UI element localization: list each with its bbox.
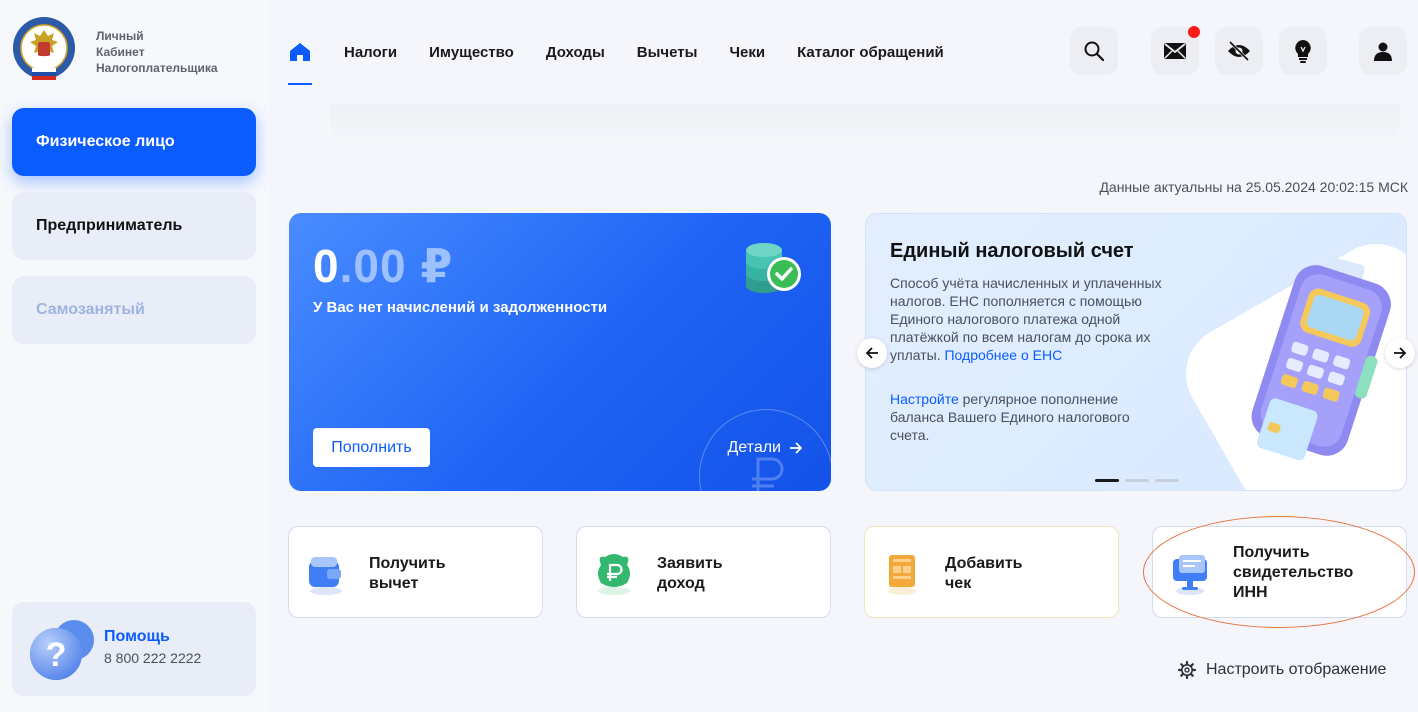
profile-button[interactable] — [1359, 27, 1407, 75]
arrow-right-icon — [1394, 347, 1407, 359]
nav-income[interactable]: Доходы — [546, 44, 605, 61]
carousel-dot-3[interactable] — [1155, 479, 1179, 482]
action-label: Получить свидетельство ИНН — [1233, 543, 1353, 603]
brand-line-3: Налогоплательщика — [96, 61, 218, 75]
action-label-line-2: чек — [945, 575, 972, 592]
action-declare-income[interactable]: Заявить доход — [576, 526, 831, 618]
nav-taxes[interactable]: Налоги — [344, 44, 397, 61]
help-question-icon: ? — [30, 620, 94, 680]
nav-home-tab[interactable] — [288, 0, 312, 104]
search-button[interactable] — [1070, 27, 1118, 75]
action-get-inn-certificate[interactable]: Получить свидетельство ИНН — [1152, 526, 1407, 618]
help-title: Помощь — [104, 628, 170, 645]
nav-property[interactable]: Имущество — [429, 44, 514, 61]
balance-amount-frac: .00 — [339, 240, 407, 292]
top-nav: Налоги Имущество Доходы Вычеты Чеки Ката… — [288, 0, 976, 104]
action-label: Заявить доход — [657, 554, 723, 594]
role-entrepreneur-button[interactable]: Предприниматель — [12, 192, 256, 260]
tips-button[interactable] — [1279, 27, 1327, 75]
ens-title: Единый налоговый счет — [890, 240, 1134, 262]
data-timestamp: Данные актуальны на 25.05.2024 20:02:15 … — [1099, 179, 1408, 195]
ens-setup-link[interactable]: Настройте — [890, 391, 959, 407]
action-label-line-2: свидетельство — [1233, 564, 1354, 581]
header-shadow — [330, 104, 1400, 144]
role-selfemployed-button[interactable]: Самозанятый — [12, 276, 256, 344]
ens-description: Способ учёта начисленных и уплаченных на… — [890, 274, 1180, 364]
customize-display-link[interactable]: Настроить отображение — [1178, 661, 1386, 679]
action-get-deduction[interactable]: Получить вычет — [288, 526, 543, 618]
brand-text: Личный Кабинет Налогоплательщика — [96, 28, 218, 76]
user-icon — [1374, 42, 1392, 61]
role-label: Предприниматель — [36, 217, 183, 234]
certificate-monitor-icon — [1173, 555, 1207, 595]
wallet-icon — [309, 557, 342, 595]
receipt-icon — [888, 555, 916, 595]
ens-more-link[interactable]: Подробнее о ЕНС — [944, 347, 1062, 363]
coins-check-icon — [746, 243, 801, 293]
notification-dot — [1188, 26, 1200, 38]
role-label: Физическое лицо — [36, 133, 175, 150]
search-icon — [1084, 41, 1104, 61]
balance-amount-int: 0 — [313, 240, 340, 292]
balance-currency: ₽ — [420, 240, 454, 292]
carousel-dot-1[interactable] — [1095, 479, 1119, 482]
mail-icon — [1164, 43, 1186, 59]
visibility-toggle-button[interactable] — [1215, 27, 1263, 75]
help-card[interactable]: ? Помощь 8 800 222 2222 — [12, 602, 256, 696]
lightbulb-icon — [1295, 40, 1311, 63]
messages-button[interactable] — [1151, 26, 1200, 75]
carousel-prev-button[interactable] — [857, 338, 887, 368]
brand-line-2: Кабинет — [96, 45, 145, 59]
customize-display-label: Настроить отображение — [1206, 661, 1387, 678]
home-icon — [290, 43, 310, 61]
action-label: Получить вычет — [369, 554, 446, 594]
carousel-next-button[interactable] — [1385, 338, 1415, 368]
sidebar: Личный Кабинет Налогоплательщика Физичес… — [0, 0, 270, 712]
action-label: Добавить чек — [945, 554, 1023, 594]
ens-setup-description: Настройте регулярное пополнение баланса … — [890, 390, 1150, 444]
ens-promo-card: Единый налоговый счет Способ учёта начис… — [865, 213, 1407, 491]
help-phone[interactable]: 8 800 222 2222 — [104, 650, 201, 666]
ruble-watermark-icon — [752, 457, 784, 491]
action-label-line-3: ИНН — [1233, 584, 1268, 601]
role-individual-button[interactable]: Физическое лицо — [12, 108, 256, 176]
arrow-left-icon — [865, 347, 878, 359]
action-label-line-1: Получить — [369, 555, 446, 572]
action-add-receipt[interactable]: Добавить чек — [864, 526, 1119, 618]
balance-note: У Вас нет начислений и задолженности — [313, 299, 608, 316]
balance-card: 0.00 ₽ У Вас нет начислений и задолженно… — [289, 213, 831, 491]
svg-text:?: ? — [46, 636, 67, 674]
brand-line-1: Личный — [96, 29, 144, 43]
fns-emblem-icon[interactable] — [12, 16, 76, 84]
action-label-line-1: Добавить — [945, 555, 1023, 572]
action-label-line-1: Заявить — [657, 555, 723, 572]
action-label-line-2: доход — [657, 575, 705, 592]
action-label-line-2: вычет — [369, 575, 419, 592]
nav-requests-catalog[interactable]: Каталог обращений — [797, 44, 944, 61]
action-label-line-1: Получить — [1233, 544, 1310, 561]
carousel-dot-2[interactable] — [1125, 479, 1149, 482]
topup-button[interactable]: Пополнить — [313, 428, 430, 467]
nav-deductions[interactable]: Вычеты — [637, 44, 698, 61]
pos-terminal-icon — [1251, 256, 1391, 461]
ruble-bag-icon — [598, 554, 630, 595]
balance-amount: 0.00 ₽ — [313, 239, 453, 293]
gear-icon — [1178, 661, 1196, 679]
eye-off-icon — [1228, 41, 1250, 61]
nav-receipts[interactable]: Чеки — [729, 44, 765, 61]
carousel-indicators — [1095, 479, 1179, 482]
role-label: Самозанятый — [36, 301, 145, 318]
